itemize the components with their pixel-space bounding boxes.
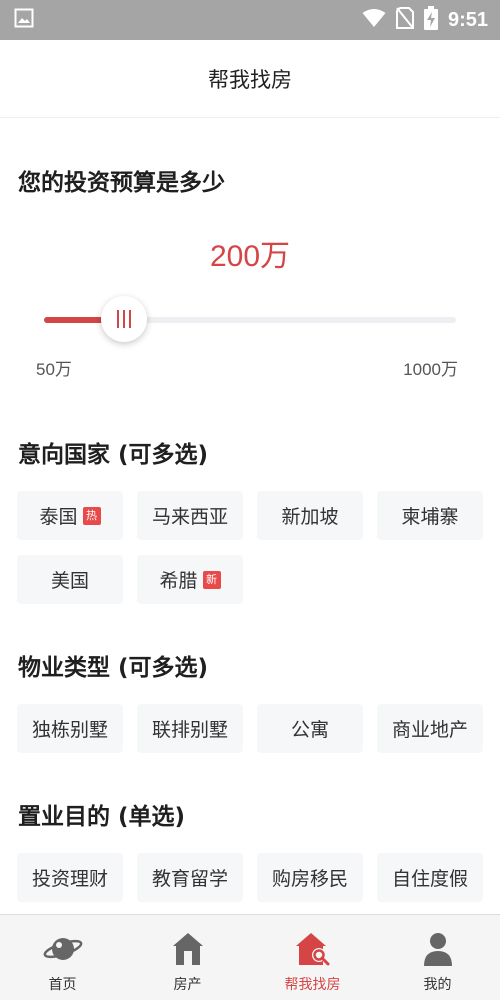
chip-label: 泰国 xyxy=(39,506,78,528)
budget-slider[interactable] xyxy=(44,291,456,351)
chip-label: 希腊 xyxy=(159,570,198,592)
status-time: 9:51 xyxy=(447,8,488,31)
purpose-chip-education[interactable]: 教育留学 xyxy=(137,853,243,902)
chip-label: 自住度假 xyxy=(391,868,468,890)
country-chip-greece[interactable]: 希腊 新 xyxy=(137,555,243,604)
property-chip-apartment[interactable]: 公寓 xyxy=(257,704,363,753)
country-chip-thailand[interactable]: 泰国 热 xyxy=(17,491,123,540)
chip-label: 投资理财 xyxy=(31,868,108,890)
property-chip-townhouse[interactable]: 联排别墅 xyxy=(137,704,243,753)
page-header: 帮我找房 xyxy=(0,40,500,118)
tab-property[interactable]: 房产 xyxy=(125,915,250,1000)
budget-section-title: 您的投资预算是多少 xyxy=(18,170,225,196)
budget-value: 200万 xyxy=(209,240,291,273)
property-types-section-title: 物业类型 (可多选) xyxy=(18,655,209,681)
tab-label: 帮我找房 xyxy=(284,977,341,993)
grip-line xyxy=(123,310,126,328)
chip-label: 购房移民 xyxy=(271,868,348,890)
chip-label: 美国 xyxy=(50,570,89,592)
country-chip-usa[interactable]: 美国 xyxy=(17,555,123,604)
country-chip-cambodia[interactable]: 柬埔寨 xyxy=(377,491,483,540)
house-icon xyxy=(168,929,208,969)
purpose-chip-self-use[interactable]: 自住度假 xyxy=(377,853,483,902)
purpose-chip-investment[interactable]: 投资理财 xyxy=(17,853,123,902)
chip-label: 教育留学 xyxy=(151,868,228,890)
grip-line xyxy=(129,310,132,328)
country-chip-malaysia[interactable]: 马来西亚 xyxy=(137,491,243,540)
chip-label: 公寓 xyxy=(290,719,329,741)
property-chip-detached-villa[interactable]: 独栋别墅 xyxy=(17,704,123,753)
new-badge: 新 xyxy=(202,570,221,589)
budget-max-label: 1000万 xyxy=(403,360,458,379)
chip-label: 马来西亚 xyxy=(151,506,228,528)
house-search-icon xyxy=(293,929,333,969)
status-bar: 9:51 xyxy=(0,0,500,40)
chip-label: 商业地产 xyxy=(391,719,468,741)
bottom-tab-bar: 首页 房产 帮我找房 我的 xyxy=(0,914,500,1000)
slider-thumb[interactable] xyxy=(101,296,148,342)
no-sim-icon xyxy=(395,7,414,33)
planet-icon xyxy=(43,929,83,969)
country-chip-singapore[interactable]: 新加坡 xyxy=(257,491,363,540)
property-chip-commercial[interactable]: 商业地产 xyxy=(377,704,483,753)
person-icon xyxy=(418,929,458,969)
tab-home[interactable]: 首页 xyxy=(0,915,125,1000)
countries-section-title: 意向国家 (可多选) xyxy=(18,442,209,468)
grip-line xyxy=(117,310,120,328)
tab-find-house[interactable]: 帮我找房 xyxy=(250,915,375,1000)
hot-badge: 热 xyxy=(82,506,101,525)
tab-label: 我的 xyxy=(423,977,452,993)
tab-label: 房产 xyxy=(173,977,202,993)
chip-label: 新加坡 xyxy=(281,506,339,528)
budget-min-label: 50万 xyxy=(36,360,72,379)
image-notification-icon xyxy=(14,8,34,32)
chip-label: 独栋别墅 xyxy=(31,719,108,741)
page-title: 帮我找房 xyxy=(208,67,292,92)
chip-label: 柬埔寨 xyxy=(401,506,459,528)
tab-label: 首页 xyxy=(48,977,77,993)
chip-label: 联排别墅 xyxy=(151,719,228,741)
purpose-chip-immigration[interactable]: 购房移民 xyxy=(257,853,363,902)
tab-mine[interactable]: 我的 xyxy=(375,915,500,1000)
battery-charging-icon xyxy=(423,6,438,34)
wifi-icon xyxy=(362,8,386,32)
main-content[interactable]: 您的投资预算是多少 200万 50万 1000万 意向国家 (可多选) 泰国 热… xyxy=(0,119,500,914)
purpose-section-title: 置业目的 (单选) xyxy=(18,804,186,830)
